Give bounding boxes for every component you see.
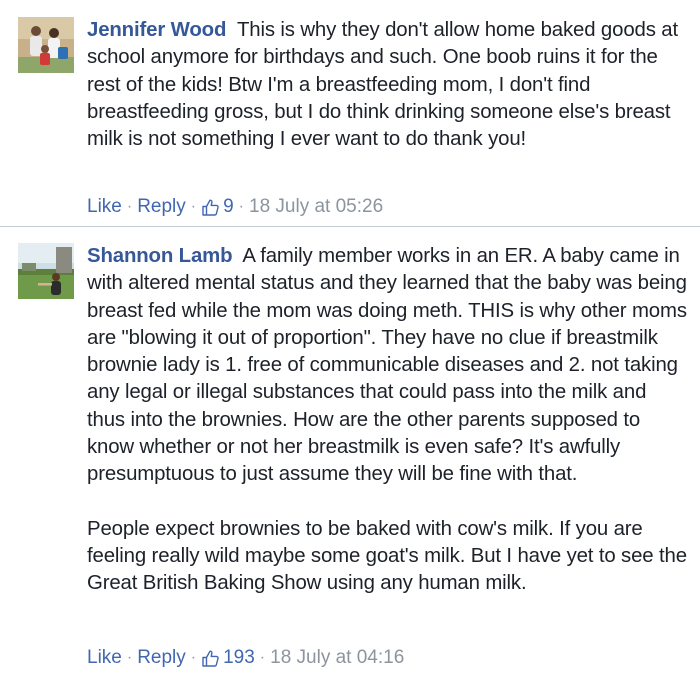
reply-link[interactable]: Reply: [137, 196, 186, 218]
separator: ·: [238, 198, 244, 215]
reply-link[interactable]: Reply: [137, 647, 186, 669]
author-name[interactable]: Jennifer Wood: [87, 19, 226, 41]
comment-actions: Like · Reply · 193 · 18 July at 04:16: [87, 647, 404, 669]
timestamp[interactable]: 18 July at 04:16: [270, 647, 404, 669]
comment-text-paragraph-2: People expect brownies to be baked with …: [87, 517, 693, 595]
comment-text: A family member works in an ER. A baby c…: [87, 245, 693, 486]
like-link[interactable]: Like: [87, 196, 122, 218]
like-count[interactable]: 193: [223, 647, 255, 669]
like-count[interactable]: 9: [223, 196, 234, 218]
comment-shannon-lamb: Shannon Lamb A family member works in an…: [0, 227, 700, 680]
separator: ·: [190, 649, 197, 666]
avatar[interactable]: [18, 243, 74, 299]
separator: ·: [190, 198, 197, 215]
like-link[interactable]: Like: [87, 647, 122, 669]
author-name[interactable]: Shannon Lamb: [87, 245, 233, 267]
comment-body: Jennifer Wood This is why they don't all…: [87, 17, 687, 153]
separator: ·: [259, 649, 266, 666]
thumbs-up-icon[interactable]: [201, 198, 220, 217]
thumbs-up-icon[interactable]: [201, 649, 220, 668]
separator: ·: [126, 649, 133, 666]
comment-jennifer-wood: Jennifer Wood This is why they don't all…: [0, 0, 700, 226]
timestamp[interactable]: 18 July at 05:26: [249, 196, 383, 218]
separator: ·: [126, 198, 133, 215]
avatar[interactable]: [18, 17, 74, 73]
comment-actions: Like · Reply · 9 · 18 July at 05:26: [87, 196, 383, 218]
comment-body: Shannon Lamb A family member works in an…: [87, 243, 687, 598]
